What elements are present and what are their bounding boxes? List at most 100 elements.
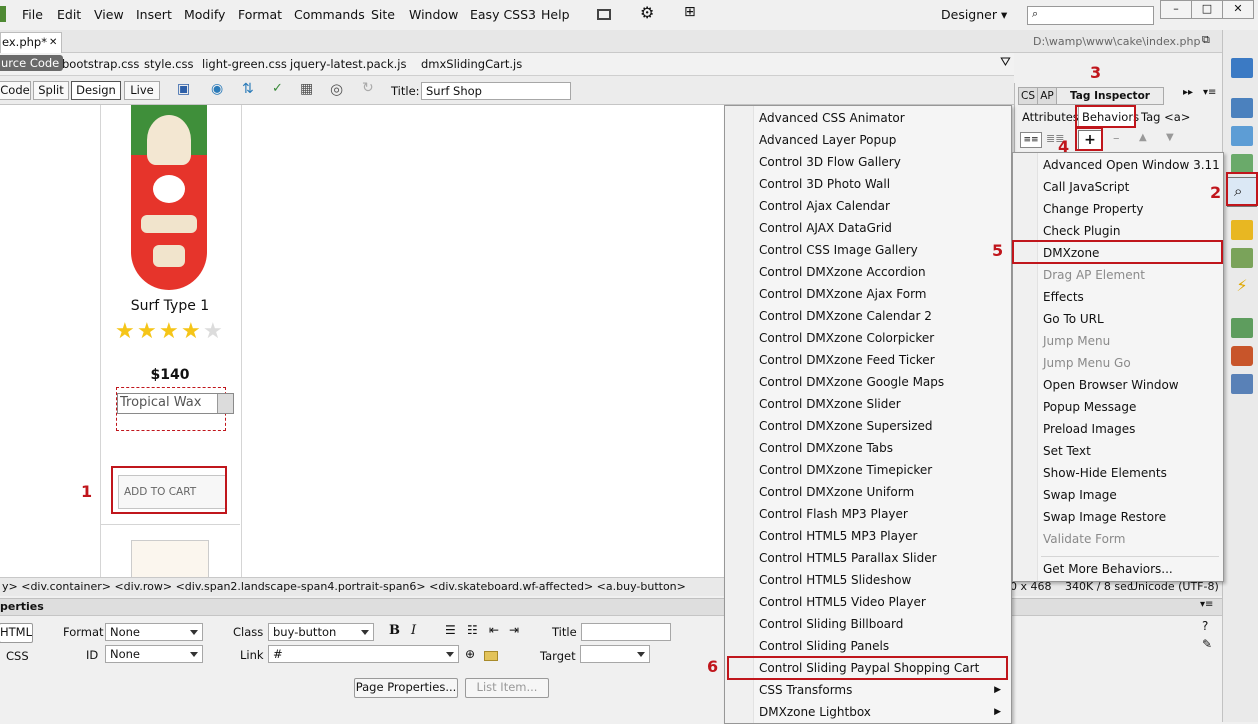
restore-doc-icon[interactable]: ⧉	[1202, 33, 1210, 47]
site-tree-icon[interactable]: ⊞	[684, 4, 696, 20]
menu-item-behavior[interactable]: Open Browser Window	[1043, 374, 1179, 396]
menu-item-component[interactable]: Control HTML5 MP3 Player	[759, 525, 1004, 547]
gear-icon[interactable]: ⚙	[640, 3, 654, 22]
visual-aids-icon[interactable]: ▦	[300, 81, 313, 97]
menu-item-behavior[interactable]: Change Property	[1043, 198, 1144, 220]
menu-item-component[interactable]: Control DMXzone Feed Ticker	[759, 349, 1004, 371]
menu-item-component[interactable]: Control Flash MP3 Player	[759, 503, 1004, 525]
refresh-icon[interactable]: ↻	[362, 80, 374, 96]
italic-button[interactable]: I	[411, 623, 416, 638]
show-set-events-icon[interactable]: ≡≡	[1020, 132, 1042, 148]
css-styles-icon[interactable]	[1231, 98, 1253, 118]
menu-item-behavior[interactable]: Jump Menu	[1043, 330, 1110, 352]
tab-css[interactable]: CS	[1018, 87, 1038, 105]
menu-item-behavior[interactable]: Go To URL	[1043, 308, 1104, 330]
menu-item-behavior[interactable]: Call JavaScript	[1043, 176, 1129, 198]
menu-item-behavior[interactable]: Validate Form	[1043, 528, 1125, 550]
close-tab-icon[interactable]: ✕	[49, 33, 57, 52]
insert-panel-icon[interactable]	[1231, 58, 1253, 78]
menu-insert[interactable]: Insert	[136, 7, 172, 22]
w3c-validation-icon[interactable]: ✓	[272, 81, 283, 96]
menu-item-behavior[interactable]: Drag AP Element	[1043, 264, 1145, 286]
menu-site[interactable]: Site	[371, 7, 395, 22]
menu-item-component[interactable]: DMXzone Lightbox	[759, 701, 1004, 723]
menu-item-component[interactable]: Control HTML5 Video Player	[759, 591, 1004, 613]
quick-tag-editor-icon[interactable]: ✎	[1202, 637, 1212, 651]
related-file-jquery[interactable]: jquery-latest.pack.js	[290, 57, 407, 71]
tag-breadcrumb[interactable]: y> <div.container> <div.row> <div.span2.…	[2, 580, 686, 593]
class-select[interactable]: buy-button	[268, 623, 374, 641]
menu-item-behavior[interactable]: Preload Images	[1043, 418, 1135, 440]
files-icon[interactable]	[1231, 318, 1253, 338]
browse-folder-icon[interactable]	[484, 651, 498, 661]
layout-icon[interactable]	[597, 9, 611, 20]
menu-item-component[interactable]: Control Ajax Calendar	[759, 195, 1004, 217]
menu-edit[interactable]: Edit	[57, 7, 81, 22]
subtab-attributes[interactable]: Attributes	[1022, 110, 1079, 124]
title-input[interactable]: Surf Shop	[421, 82, 571, 100]
lightning-icon[interactable]: ⚡	[1231, 276, 1253, 296]
live-view-button[interactable]: Live	[124, 81, 160, 100]
menu-view[interactable]: View	[94, 7, 124, 22]
related-file-bootstrap[interactable]: bootstrap.css	[62, 57, 139, 71]
menu-format[interactable]: Format	[238, 7, 282, 22]
page-properties-button[interactable]: Page Properties...	[354, 678, 458, 698]
menu-item-component[interactable]: Control DMXzone Calendar 2	[759, 305, 1004, 327]
menu-easy-css3[interactable]: Easy CSS3	[470, 7, 536, 22]
close-button[interactable]: ✕	[1222, 0, 1254, 19]
subtab-tag[interactable]: Tag <a>	[1141, 110, 1190, 124]
code-view-button[interactable]: Code	[0, 81, 31, 100]
menu-item-component[interactable]: Control DMXzone Tabs	[759, 437, 1004, 459]
menu-item-component[interactable]: Control 3D Photo Wall	[759, 173, 1004, 195]
title-field-input[interactable]	[581, 623, 671, 641]
menu-item-behavior[interactable]: Swap Image Restore	[1043, 506, 1166, 528]
file-management-icon[interactable]: ⇅	[242, 81, 254, 97]
document-tab[interactable]: ex.php* ✕	[0, 32, 62, 53]
minimize-button[interactable]: –	[1160, 0, 1192, 19]
menu-item-behavior[interactable]: Get More Behaviors...	[1043, 558, 1173, 580]
assets-icon[interactable]	[1231, 154, 1253, 174]
menu-item-component[interactable]: Control DMXzone Timepicker	[759, 459, 1004, 481]
remove-behavior-icon[interactable]: –	[1113, 131, 1120, 146]
menu-item-component[interactable]: Control DMXzone Uniform	[759, 481, 1004, 503]
format-select[interactable]: None	[105, 623, 203, 641]
menu-item-component[interactable]: Control DMXzone Supersized	[759, 415, 1004, 437]
html-mode-button[interactable]: HTML	[0, 623, 33, 643]
menu-help[interactable]: Help	[541, 7, 570, 22]
design-view-button[interactable]: Design	[71, 81, 121, 100]
server-behaviors-icon[interactable]	[1231, 248, 1253, 268]
snippets-icon[interactable]	[1231, 220, 1253, 240]
menu-item-behavior[interactable]: Effects	[1043, 286, 1084, 308]
target-select[interactable]	[580, 645, 650, 663]
inspect-icon[interactable]: ◎	[330, 80, 343, 98]
menu-item-component[interactable]: Control HTML5 Slideshow	[759, 569, 1004, 591]
menu-item-component[interactable]: Control DMXzone Slider	[759, 393, 1004, 415]
tab-tag-inspector[interactable]: Tag Inspector	[1056, 87, 1164, 105]
menu-file[interactable]: File	[22, 7, 43, 22]
list-item-button[interactable]: List Item...	[465, 678, 549, 698]
link-input[interactable]: #	[268, 645, 459, 663]
help-icon[interactable]: ?	[1202, 619, 1208, 633]
menu-item-behavior[interactable]: Set Text	[1043, 440, 1091, 462]
tab-ap[interactable]: AP	[1037, 87, 1057, 105]
menu-item-component[interactable]: CSS Transforms	[759, 679, 1004, 701]
panel-options-icon[interactable]: ▾≡	[1203, 87, 1216, 98]
filter-icon[interactable]: ⛛	[1000, 55, 1011, 70]
select-arrow-button[interactable]	[217, 394, 233, 413]
menu-item-behavior[interactable]: Jump Menu Go	[1043, 352, 1131, 374]
menu-item-component[interactable]: Control Sliding Billboard	[759, 613, 1004, 635]
split-view-button[interactable]: Split	[33, 81, 69, 100]
related-file-source[interactable]: urce Code	[0, 55, 64, 71]
menu-item-behavior[interactable]: Show-Hide Elements	[1043, 462, 1167, 484]
menu-item-component[interactable]: Control HTML5 Parallax Slider	[759, 547, 1004, 569]
bold-button[interactable]: B	[389, 623, 400, 638]
expand-panel-icon[interactable]: ▸▸	[1183, 87, 1193, 98]
preview-browser-icon[interactable]: ◉	[211, 81, 223, 97]
menu-window[interactable]: Window	[409, 7, 458, 22]
unordered-list-icon[interactable]: ☰	[445, 623, 456, 637]
ordered-list-icon[interactable]: ☷	[467, 623, 478, 637]
toolbox-icon[interactable]	[1231, 346, 1253, 366]
menu-commands[interactable]: Commands	[294, 7, 365, 22]
point-to-file-icon[interactable]: ⊕	[465, 647, 475, 661]
outdent-icon[interactable]: ⇤	[489, 623, 499, 637]
